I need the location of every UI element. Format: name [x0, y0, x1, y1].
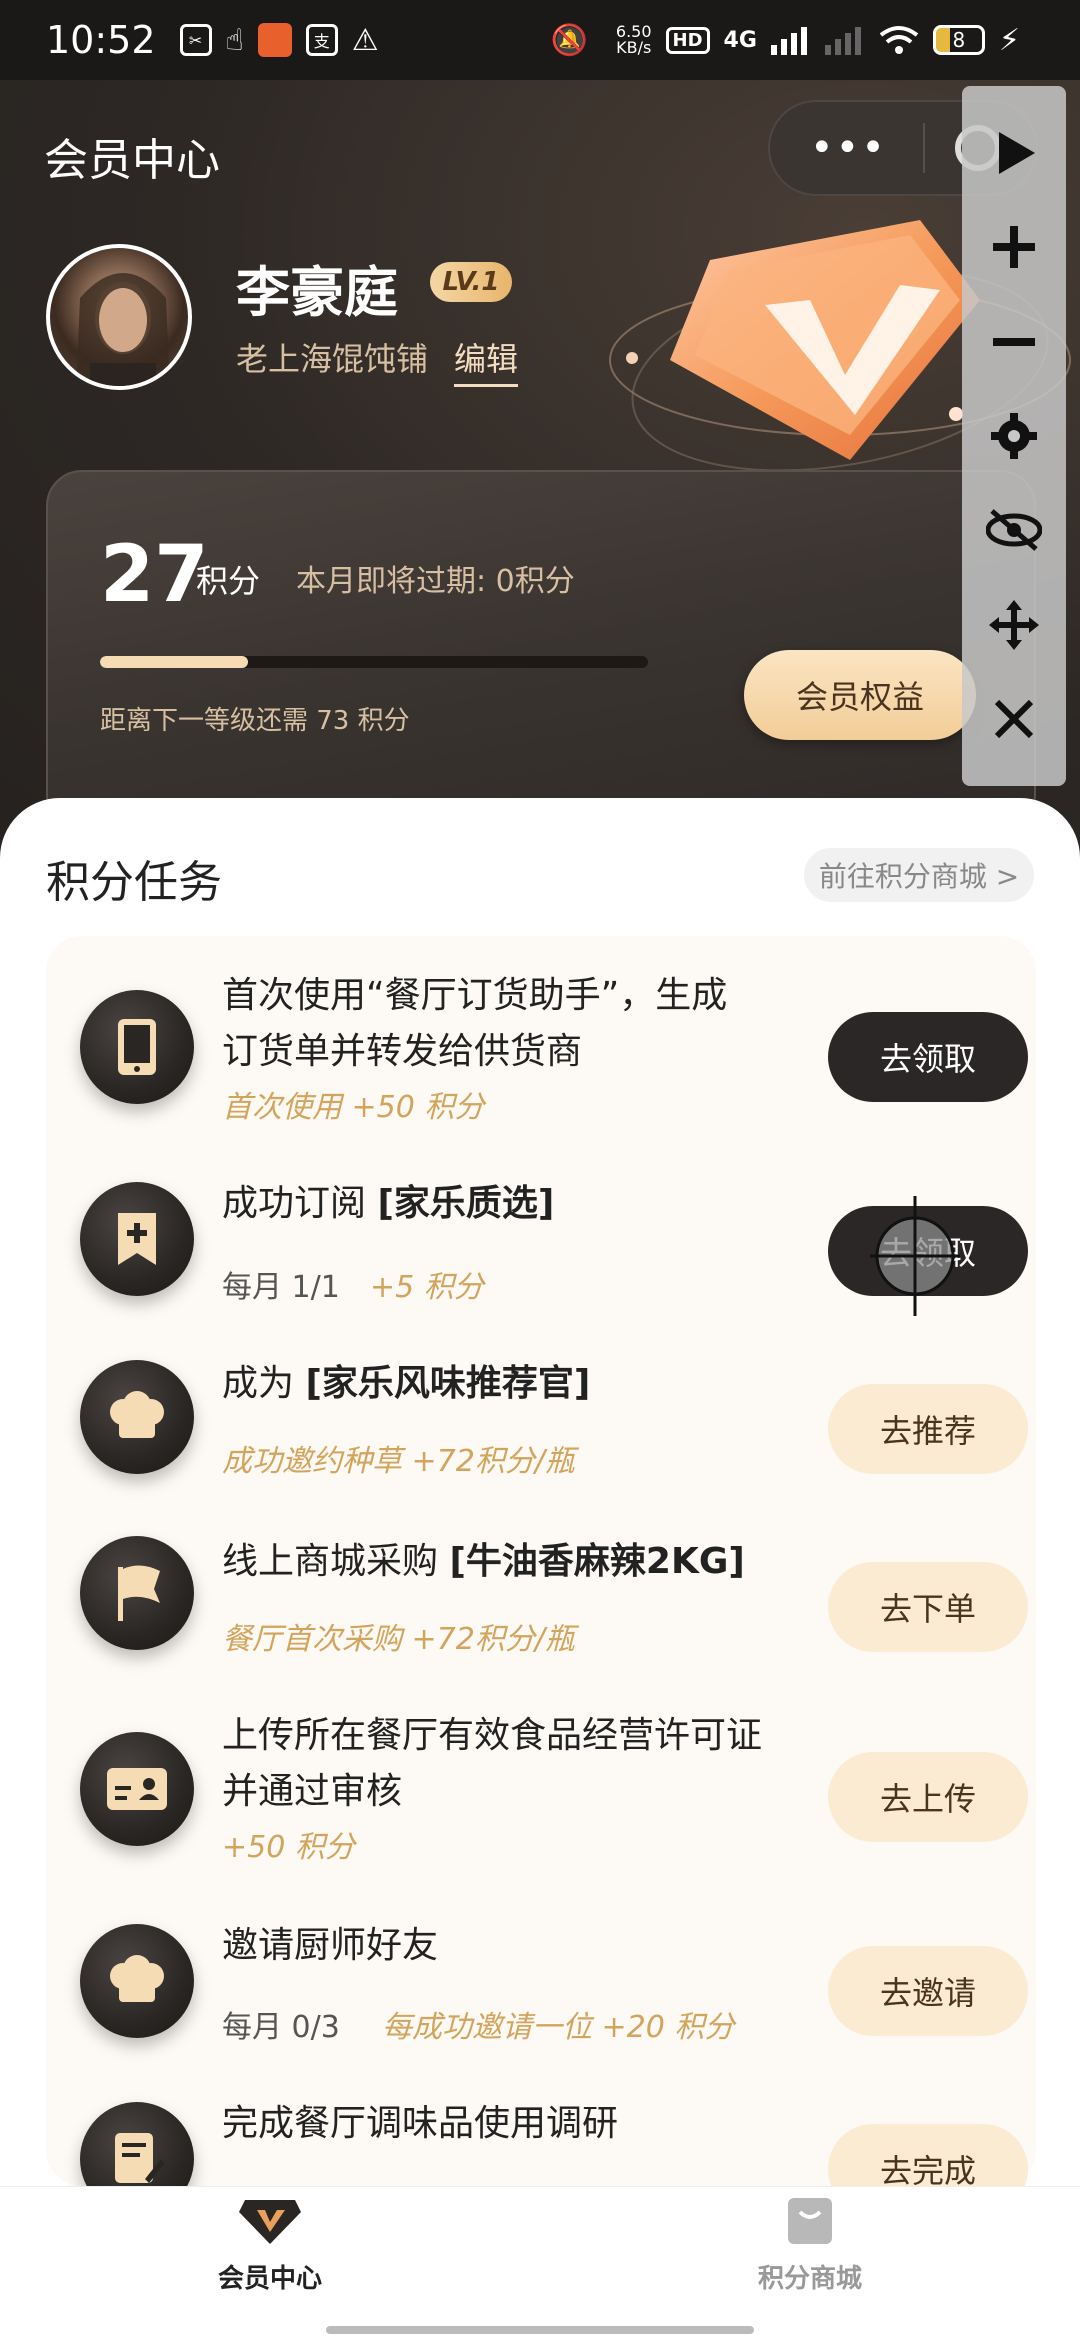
nav-points-mall[interactable]: 积分商城	[660, 2192, 960, 2295]
task-title-text: 成为	[222, 1363, 306, 1404]
crosshair-cursor-icon	[870, 1196, 960, 1316]
status-bar: 10:52 ✂ ☝ 支 ⚠ 🔕 6.50 KB/s HD 4G 8 ⚡	[0, 0, 1080, 80]
task-reward: 餐厅首次采购 +72积分/瓶	[222, 1622, 575, 1657]
net-speed: 6.50 KB/s	[616, 24, 652, 56]
task-title: 成功订阅 [家乐质选]	[222, 1176, 822, 1232]
task-title-text: 线上商城采购	[222, 1541, 450, 1582]
move-arrows-icon[interactable]	[982, 593, 1046, 657]
phone-icon	[80, 990, 194, 1104]
chef-hat-icon	[80, 1360, 194, 1474]
mall-bag-icon	[788, 2198, 832, 2244]
task-reward: 成功邀约种草 +72积分/瓶	[222, 1444, 575, 1479]
status-time: 10:52	[46, 18, 156, 62]
points-unit: 积分	[196, 562, 261, 600]
task-title: 成为 [家乐风味推荐官]	[222, 1356, 822, 1412]
zoom-in-icon[interactable]	[982, 215, 1046, 279]
nav-label: 积分商城	[757, 2264, 862, 2294]
zoom-out-icon[interactable]	[982, 310, 1046, 374]
network-type: 4G	[723, 27, 757, 53]
task-title-line: 订货单并转发给供货商	[222, 1031, 583, 1072]
task-title: 首次使用“餐厅订货助手”，生成 订货单并转发给供货商	[222, 968, 822, 1080]
page-title: 会员中心	[44, 135, 220, 186]
user-name: 李豪庭	[236, 261, 398, 324]
task-order-button[interactable]: 去下单	[828, 1562, 1028, 1652]
task-title: 线上商城采购 [牛油香麻辣2KG]	[222, 1534, 822, 1590]
hide-eye-icon[interactable]	[982, 498, 1046, 562]
task-title-highlight: [家乐风味推荐官]	[305, 1363, 591, 1404]
license-card-icon	[80, 1732, 194, 1846]
mute-bell-icon: 🔕	[550, 22, 588, 58]
task-title: 完成餐厅调味品使用调研	[222, 2103, 619, 2144]
task-title: 上传所在餐厅有效食品经营许可证 并通过审核	[222, 1708, 822, 1820]
task-title-highlight: [家乐质选]	[377, 1183, 555, 1224]
avatar[interactable]	[46, 244, 192, 390]
task-title-line: 并通过审核	[222, 1771, 403, 1812]
task-invite-button[interactable]: 去邀请	[828, 1946, 1028, 2036]
gear-icon[interactable]	[982, 404, 1046, 468]
member-benefits-button[interactable]: 会员权益	[744, 650, 976, 740]
task-reward: 首次使用 +50 积分	[222, 1090, 485, 1125]
home-indicator[interactable]	[326, 2326, 754, 2334]
points-expire-text: 本月即将过期: 0积分	[296, 564, 575, 599]
taobao-app-icon	[257, 23, 292, 57]
play-icon[interactable]	[982, 121, 1046, 185]
task-title: 邀请厨师好友	[222, 1925, 439, 1966]
warning-icon: ⚠	[351, 22, 379, 58]
next-level-hint: 距离下一等级还需 73 积分	[100, 706, 410, 736]
go-to-mall-link[interactable]: 前往积分商城 >	[804, 848, 1034, 902]
floating-tool-panel	[962, 86, 1066, 786]
tasks-section-title: 积分任务	[46, 857, 222, 908]
task-progress-count: 每月 1/1	[222, 1270, 340, 1305]
edit-profile-link[interactable]: 编辑	[454, 334, 519, 387]
task-claim-button[interactable]: 去领取	[828, 1012, 1028, 1102]
level-progress-fill	[100, 656, 248, 668]
chef-hat-icon	[80, 1924, 194, 2038]
shop-name: 老上海馄饨铺	[236, 340, 429, 378]
signal-icon	[770, 27, 807, 55]
task-recommend-button[interactable]: 去推荐	[828, 1384, 1028, 1474]
nav-member-center[interactable]: 会员中心	[120, 2192, 420, 2295]
scissors-app-icon: ✂	[179, 24, 212, 56]
level-badge: LV.1	[430, 262, 512, 302]
touch-hand-icon: ☝	[225, 22, 244, 58]
signal-empty-icon	[824, 27, 861, 55]
wifi-icon	[879, 26, 919, 54]
task-progress-count: 每月 0/3	[222, 2010, 340, 2045]
capsule-divider	[922, 123, 925, 173]
more-dots-icon[interactable]: •••	[810, 125, 887, 171]
battery-icon: 8	[932, 25, 985, 55]
level-progress-bar	[100, 656, 648, 668]
bookmark-plus-icon	[80, 1182, 194, 1296]
close-icon[interactable]	[982, 687, 1046, 751]
task-reward: +50 积分	[222, 1830, 355, 1865]
task-title-line: 上传所在餐厅有效食品经营许可证	[222, 1715, 763, 1756]
points-value: 27	[100, 530, 209, 620]
task-title-line: 首次使用“餐厅订货助手”，生成	[222, 975, 728, 1016]
task-reward: +5 积分	[370, 1270, 484, 1305]
charging-icon: ⚡	[998, 22, 1020, 58]
member-badge-icon	[239, 2200, 301, 2244]
task-title-text: 成功订阅	[222, 1183, 378, 1224]
task-upload-button[interactable]: 去上传	[828, 1752, 1028, 1842]
battery-level: 8	[952, 28, 966, 52]
flag-icon	[80, 1536, 194, 1650]
task-title-highlight: [牛油香麻辣2KG]	[449, 1541, 745, 1582]
net-speed-unit: KB/s	[616, 38, 652, 57]
alipay-app-icon: 支	[305, 24, 338, 56]
hd-icon: HD	[665, 26, 710, 54]
nav-label: 会员中心	[217, 2264, 322, 2294]
task-reward: 每成功邀请一位 +20 积分	[382, 2010, 735, 2045]
